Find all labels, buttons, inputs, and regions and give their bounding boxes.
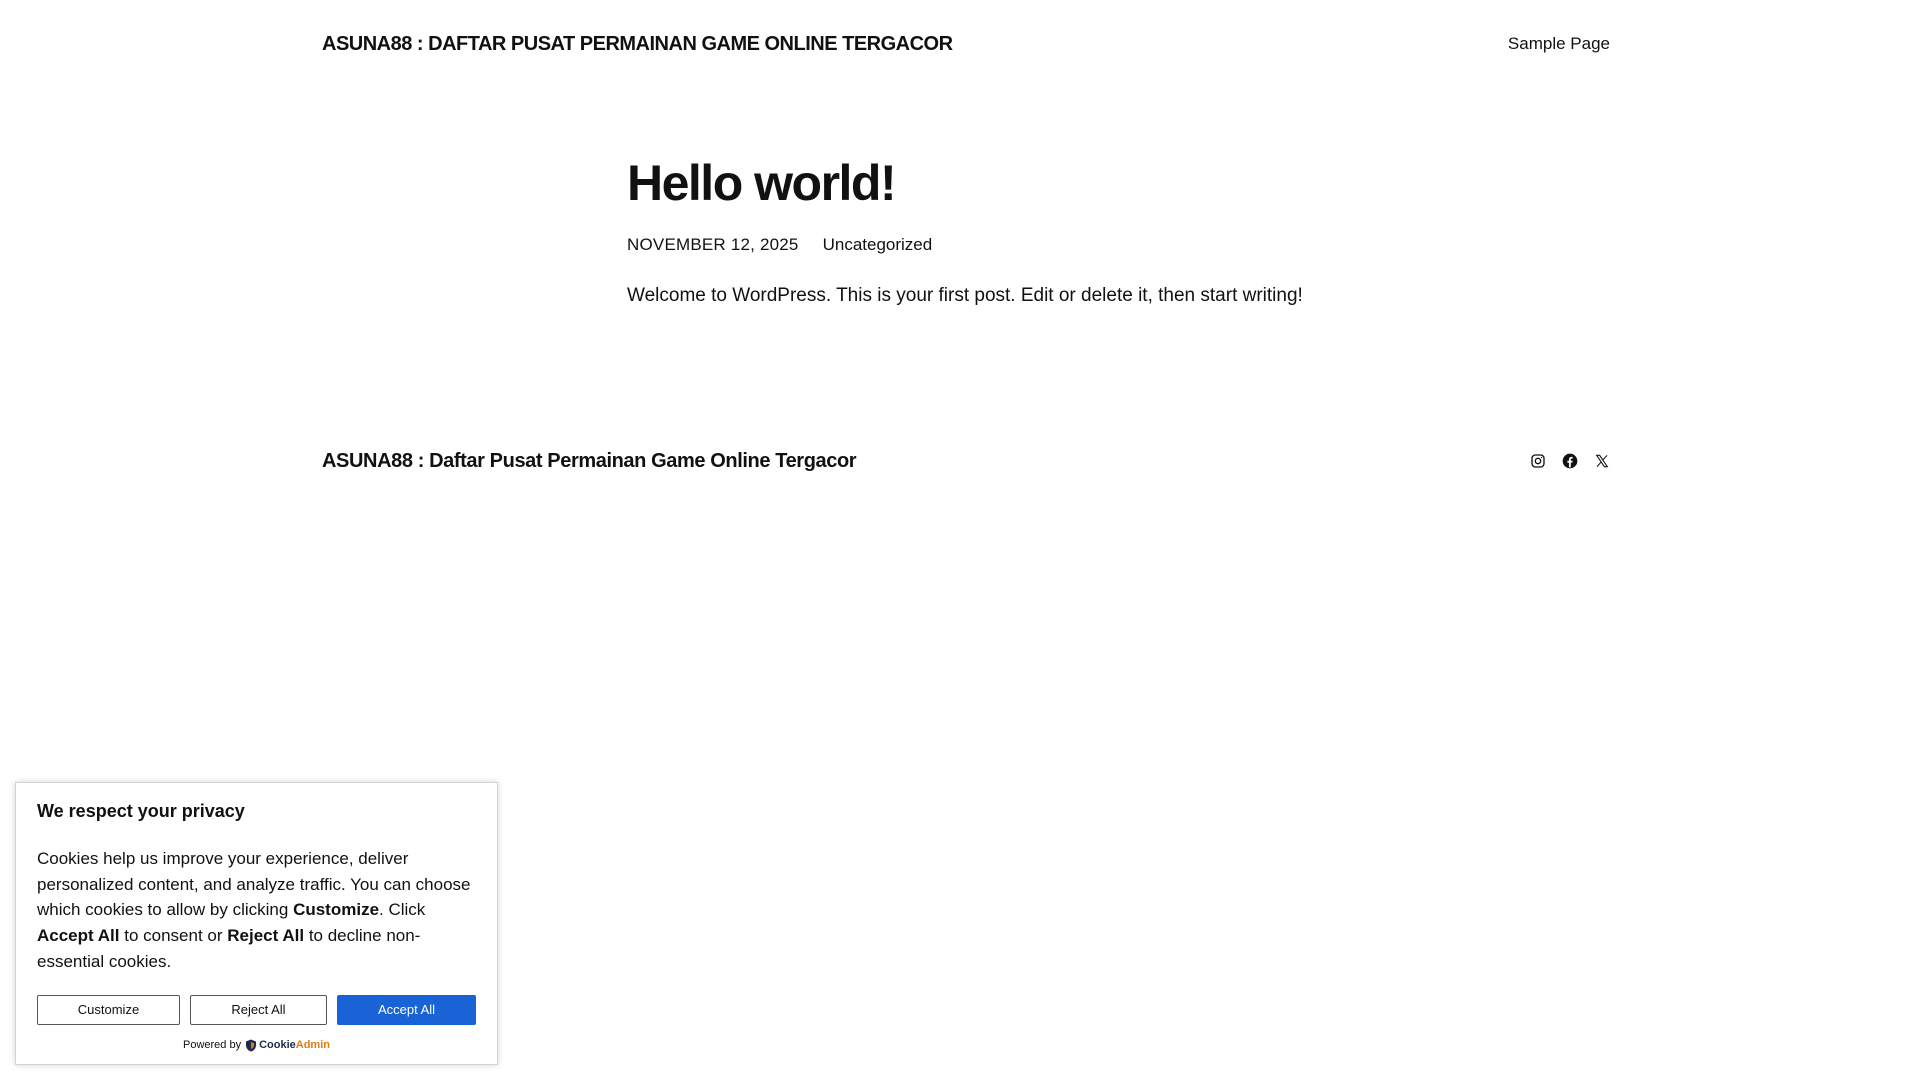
site-footer: ASUNA88 : Daftar Pusat Permainan Game On… [322, 446, 1610, 476]
footer-site-title-link[interactable]: ASUNA88 : Daftar Pusat Permainan Game On… [322, 450, 857, 473]
post-title: Hello world! [627, 155, 897, 211]
nav-item-sample-page[interactable]: Sample Page [1508, 34, 1610, 53]
cookie-text-customize: Customize [293, 900, 380, 920]
cookie-text-reject: Reject All [227, 926, 305, 946]
cookie-consent-banner: We respect your privacy Cookies help us … [15, 782, 498, 1065]
primary-nav: Sample Page [1508, 34, 1610, 54]
x-icon [1595, 454, 1608, 468]
post: Hello world! NOVEMBER 12, 2025 Uncategor… [627, 150, 1327, 328]
post-date: NOVEMBER 12, 2025 [627, 235, 799, 254]
customize-button[interactable]: Customize [37, 994, 180, 1025]
instagram-link[interactable] [1529, 453, 1546, 470]
instagram-icon [1530, 454, 1545, 468]
cookie-text-part: . Click [379, 900, 426, 920]
x-link[interactable] [1593, 453, 1610, 470]
reject-all-button[interactable]: Reject All [189, 994, 327, 1025]
post-meta: NOVEMBER 12, 2025 Uncategorized [627, 235, 1327, 255]
shield-icon [246, 1039, 257, 1052]
accept-all-button[interactable]: Accept All [336, 994, 476, 1025]
powered-by: Powered by Cookie Admin [37, 1039, 476, 1052]
post-category-link[interactable]: Uncategorized [823, 235, 933, 255]
site-title-link[interactable]: ASUNA88 : DAFTAR PUSAT PERMAINAN GAME ON… [322, 33, 953, 56]
cookie-banner-title: We respect your privacy [37, 801, 245, 821]
brand-name-part: Cookie [259, 1039, 296, 1052]
cookie-text-accept: Accept All [37, 926, 120, 946]
facebook-link[interactable] [1561, 453, 1578, 470]
cookie-banner-text: Cookies help us improve your experience,… [37, 846, 476, 975]
post-content: Welcome to WordPress. This is your first… [627, 285, 1303, 306]
cookie-buttons: Customize Reject All Accept All [37, 994, 476, 1025]
site-header: ASUNA88 : DAFTAR PUSAT PERMAINAN GAME ON… [322, 28, 1610, 60]
cookieadmin-brand-link[interactable]: Cookie Admin [245, 1039, 330, 1052]
cookie-text-part: to consent or [119, 926, 228, 946]
facebook-icon [1562, 453, 1577, 469]
brand-name-part: Admin [295, 1039, 330, 1052]
social-links [1529, 453, 1610, 470]
powered-by-label: Powered by [182, 1039, 242, 1052]
